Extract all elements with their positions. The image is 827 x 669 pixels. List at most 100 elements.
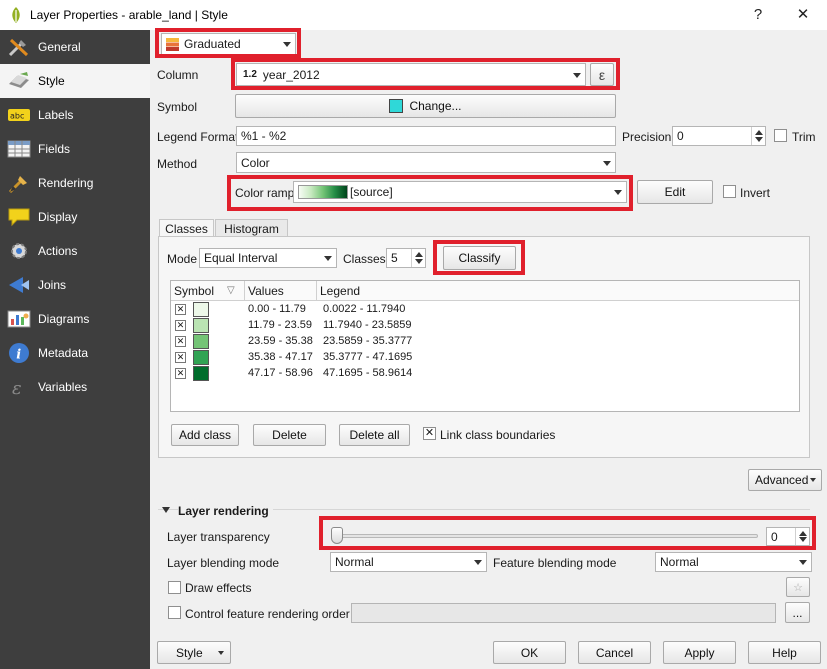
sidebar-item-fields[interactable]: Fields xyxy=(0,132,150,166)
sidebar-item-label: Metadata xyxy=(38,346,89,360)
chevron-down-icon xyxy=(603,160,611,166)
spin-buttons[interactable] xyxy=(795,528,809,545)
sidebar-item-label: Fields xyxy=(38,142,71,156)
feature-blending-combo[interactable]: Normal xyxy=(655,552,812,572)
legend-format-input[interactable]: %1 - %2 xyxy=(236,126,616,146)
classes-table[interactable]: Symbol ▽ Values Legend ✕ 0.00 - 11.79 0.… xyxy=(170,280,800,412)
table-row[interactable]: ✕ 47.17 - 58.96 47.1695 - 58.9614 xyxy=(171,366,799,382)
class-color-swatch[interactable] xyxy=(193,350,209,365)
effects-settings-button[interactable]: ☆ xyxy=(786,577,810,597)
sidebar-item-diagrams[interactable]: Diagrams xyxy=(0,302,150,336)
mode-value: Equal Interval xyxy=(204,251,278,265)
highlight-transparency xyxy=(319,516,816,550)
class-color-swatch[interactable] xyxy=(193,366,209,381)
color-ramp-combo[interactable]: [source] xyxy=(293,181,627,203)
layer-rendering-title[interactable]: Layer rendering xyxy=(178,504,273,518)
table-row[interactable]: ✕ 11.79 - 23.59 11.7940 - 23.5859 xyxy=(171,318,799,334)
help-icon[interactable]: ? xyxy=(748,5,768,25)
apply-button[interactable]: Apply xyxy=(663,641,736,664)
cancel-button[interactable]: Cancel xyxy=(578,641,651,664)
sidebar-item-general[interactable]: General xyxy=(0,30,150,64)
collapse-icon[interactable] xyxy=(162,507,170,513)
spin-buttons[interactable] xyxy=(751,127,765,145)
graduated-icon xyxy=(166,38,179,51)
column-header-values[interactable]: Values xyxy=(245,281,317,301)
class-enabled-checkbox[interactable]: ✕ xyxy=(175,368,186,379)
expression-icon: ε xyxy=(598,66,606,83)
precision-spinbox[interactable]: 0 xyxy=(672,126,766,146)
blending-mode-combo[interactable]: Normal xyxy=(330,552,487,572)
precision-label: Precision xyxy=(622,130,672,144)
add-class-button[interactable]: Add class xyxy=(171,424,239,446)
method-combo[interactable]: Color xyxy=(236,152,616,173)
sidebar: General Style abc Labels Fields Renderin… xyxy=(0,30,150,669)
column-combo[interactable]: 1.2 year_2012 xyxy=(236,63,586,86)
table-row[interactable]: ✕ 23.59 - 35.38 23.5859 - 35.3777 xyxy=(171,334,799,350)
spin-buttons[interactable] xyxy=(411,249,425,267)
blending-mode-label: Layer blending mode xyxy=(167,556,280,570)
sidebar-item-actions[interactable]: Actions xyxy=(0,234,150,268)
change-symbol-button[interactable]: Change... xyxy=(235,94,616,118)
class-enabled-checkbox[interactable]: ✕ xyxy=(175,352,186,363)
class-color-swatch[interactable] xyxy=(193,302,209,317)
edit-ramp-button[interactable]: Edit xyxy=(637,180,713,204)
close-icon[interactable]: ✕ xyxy=(793,5,813,25)
method-label: Method xyxy=(157,157,198,171)
star-icon: ☆ xyxy=(793,581,803,594)
transparency-spinbox[interactable]: 0 xyxy=(766,527,810,546)
sidebar-item-label: Labels xyxy=(38,108,74,122)
ellipsis-icon: ... xyxy=(792,605,803,620)
expression-button[interactable]: ε xyxy=(590,63,614,86)
class-enabled-checkbox[interactable]: ✕ xyxy=(175,320,186,331)
variables-icon: ε xyxy=(6,376,32,398)
feature-blending-value: Normal xyxy=(660,555,699,569)
svg-text:ε: ε xyxy=(12,378,22,398)
advanced-button[interactable]: Advanced xyxy=(748,469,822,491)
delete-class-button[interactable]: Delete xyxy=(253,424,326,446)
sidebar-item-rendering[interactable]: Rendering xyxy=(0,166,150,200)
delete-all-button[interactable]: Delete all xyxy=(339,424,410,446)
mode-combo[interactable]: Equal Interval xyxy=(199,248,337,268)
column-header-legend[interactable]: Legend xyxy=(317,281,799,301)
chevron-down-icon xyxy=(324,256,332,261)
chevron-down-icon xyxy=(218,651,224,655)
class-color-swatch[interactable] xyxy=(193,318,209,333)
ok-button[interactable]: OK xyxy=(493,641,566,664)
method-value: Color xyxy=(241,155,270,170)
tab-histogram-label: Histogram xyxy=(224,221,279,236)
transparency-slider-track[interactable] xyxy=(338,534,758,538)
sidebar-item-labels[interactable]: abc Labels xyxy=(0,98,150,132)
transparency-slider-handle[interactable] xyxy=(331,527,343,544)
column-header-symbol[interactable]: Symbol ▽ xyxy=(171,281,245,301)
table-row[interactable]: ✕ 0.00 - 11.79 0.0022 - 11.7940 xyxy=(171,302,799,318)
draw-effects-checkbox[interactable] xyxy=(168,581,181,594)
invert-label: Invert xyxy=(740,186,771,200)
class-enabled-checkbox[interactable]: ✕ xyxy=(175,304,186,315)
sidebar-item-variables[interactable]: ε Variables xyxy=(0,370,150,404)
general-icon xyxy=(6,36,32,58)
sidebar-item-style[interactable]: Style xyxy=(0,64,150,98)
blending-mode-value: Normal xyxy=(335,555,374,569)
sidebar-item-display[interactable]: Display xyxy=(0,200,150,234)
invert-checkbox[interactable] xyxy=(723,185,736,198)
control-order-checkbox[interactable] xyxy=(168,606,181,619)
style-menu-button[interactable]: Style xyxy=(157,641,231,664)
classify-button[interactable]: Classify xyxy=(443,246,516,270)
class-enabled-checkbox[interactable]: ✕ xyxy=(175,336,186,347)
ok-label: OK xyxy=(520,645,539,660)
transparency-label: Layer transparency xyxy=(167,530,270,544)
column-value: year_2012 xyxy=(262,67,320,82)
sidebar-item-metadata[interactable]: i Metadata xyxy=(0,336,150,370)
classes-spinbox[interactable]: 5 xyxy=(386,248,426,268)
sidebar-item-label: Joins xyxy=(38,278,67,292)
trim-checkbox[interactable] xyxy=(774,129,787,142)
delete-class-label: Delete xyxy=(272,428,307,442)
order-settings-button[interactable]: ... xyxy=(785,602,810,623)
renderer-type-combo[interactable]: Graduated xyxy=(161,33,296,55)
table-row[interactable]: ✕ 35.38 - 47.17 35.3777 - 47.1695 xyxy=(171,350,799,366)
class-color-swatch[interactable] xyxy=(193,334,209,349)
link-boundaries-checkbox[interactable]: ✕ xyxy=(423,427,436,440)
tab-histogram[interactable]: Histogram xyxy=(215,219,288,237)
help-button[interactable]: Help xyxy=(748,641,821,664)
sidebar-item-joins[interactable]: Joins xyxy=(0,268,150,302)
